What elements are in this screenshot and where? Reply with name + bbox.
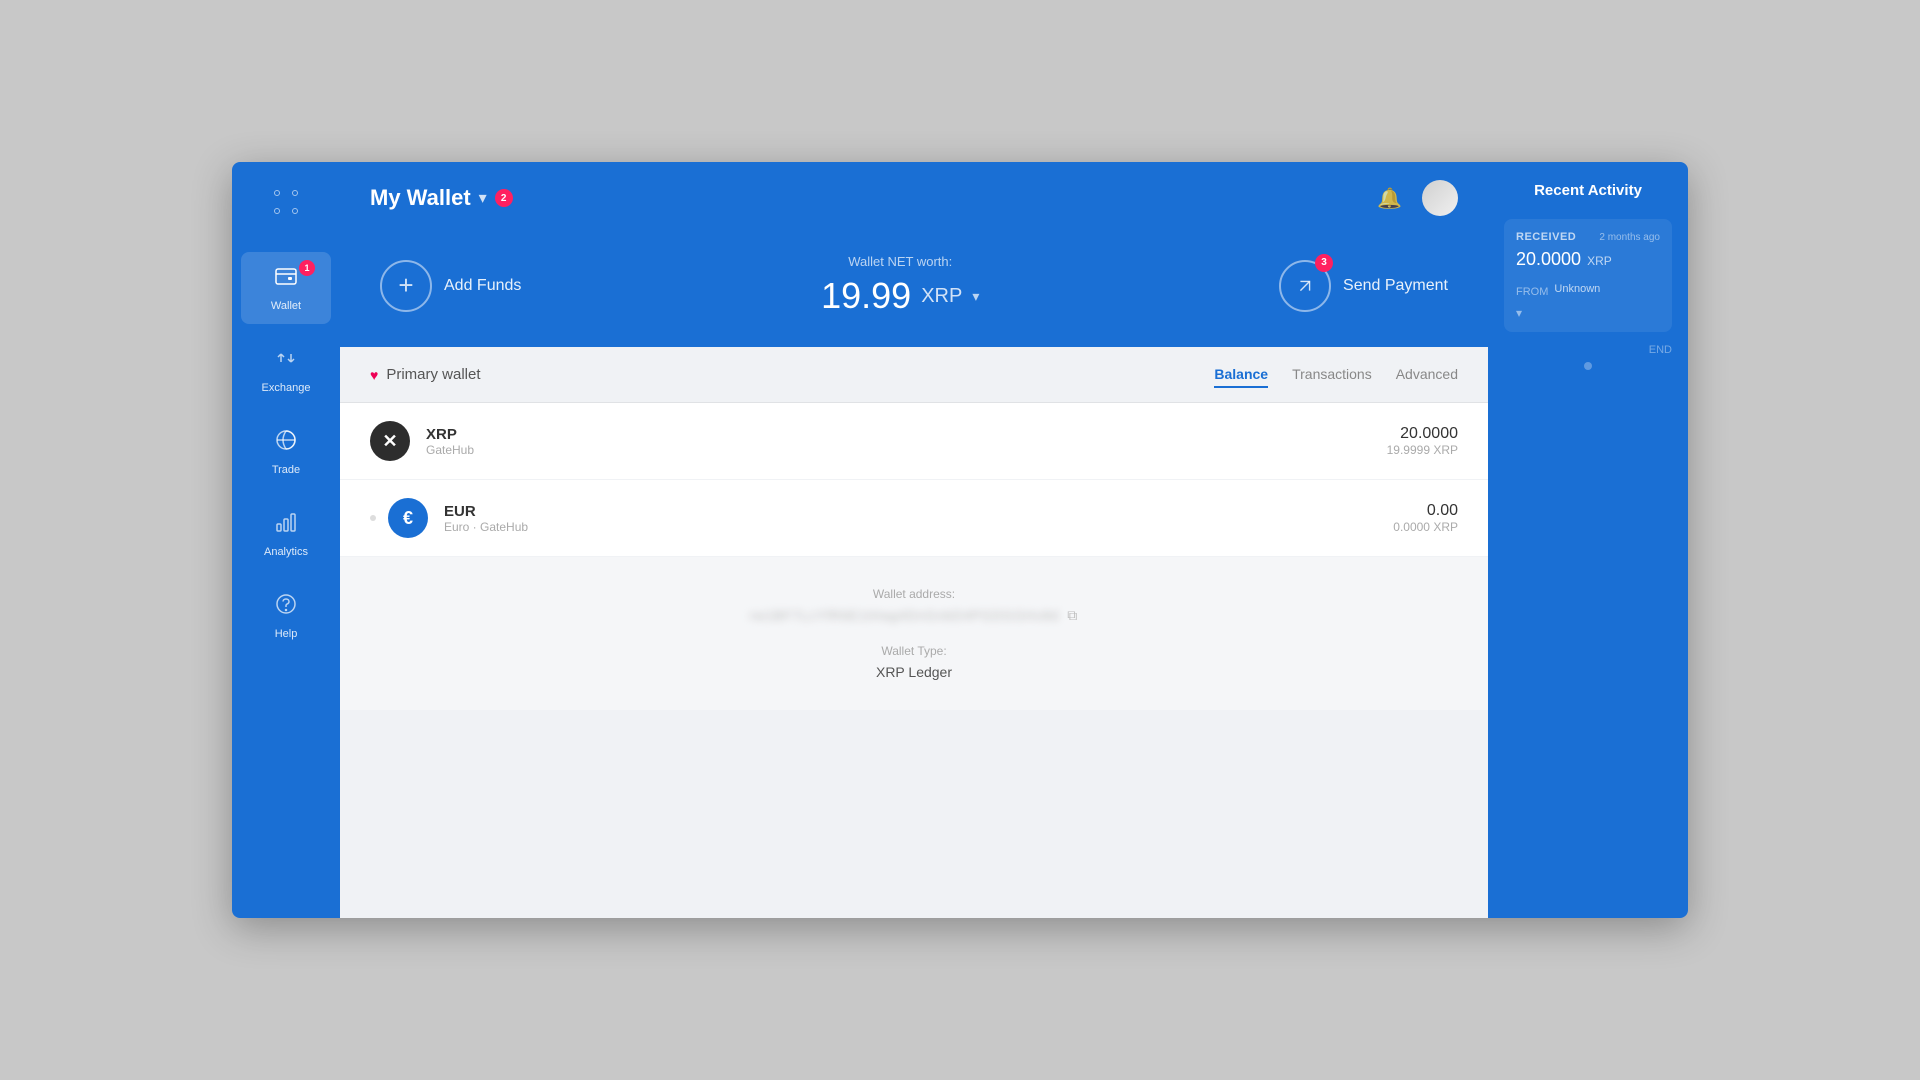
eur-sub: Euro · GateHub — [444, 520, 1393, 534]
header: My Wallet ▾ 2 🔔 — [340, 162, 1488, 234]
currency-row-eur[interactable]: € EUR Euro · GateHub 0.00 0.0000 XRP — [340, 480, 1488, 557]
wallet-info: Wallet address: rw1BF7LcYfR6E1tHag4DnGnb… — [340, 557, 1488, 710]
header-title-area: My Wallet ▾ 2 — [370, 185, 513, 211]
net-worth-currency: XRP — [921, 285, 962, 308]
wallet-tabs-bar: ♥ Primary wallet Balance Transactions Ad… — [340, 347, 1488, 403]
tab-balance[interactable]: Balance — [1214, 362, 1268, 388]
help-icon — [274, 592, 298, 622]
net-worth-label: Wallet NET worth: — [821, 254, 979, 269]
tab-transactions[interactable]: Transactions — [1292, 362, 1372, 388]
wallet-address-value: rw1BF7LcYfR6E1tHag4DnGnbD4PGDGGHx8d ⧉ — [370, 607, 1458, 624]
hero-section: + Add Funds Wallet NET worth: 19.99 XRP … — [340, 234, 1488, 347]
exchange-icon — [274, 346, 298, 376]
eur-icon: € — [388, 498, 428, 538]
net-worth-value: 19.99 XRP ▾ — [821, 275, 979, 317]
activity-type: RECEIVED — [1516, 231, 1576, 243]
expand-icon: ▾ — [1516, 306, 1522, 320]
activity-from-label: FROM — [1516, 286, 1548, 298]
header-badge: 2 — [495, 189, 513, 207]
net-worth-section: Wallet NET worth: 19.99 XRP ▾ — [821, 254, 979, 317]
heart-icon: ♥ — [370, 367, 378, 383]
xrp-amount: 20.0000 — [1387, 425, 1458, 443]
content-panel: ♥ Primary wallet Balance Transactions Ad… — [340, 347, 1488, 918]
net-worth-dropdown-icon[interactable]: ▾ — [972, 288, 979, 305]
activity-time: 2 months ago — [1599, 232, 1660, 243]
wallet-name-label: Primary wallet — [386, 366, 480, 383]
net-worth-amount: 19.99 — [821, 275, 911, 317]
add-funds-button[interactable]: + Add Funds — [380, 260, 521, 312]
right-panel: Recent Activity RECEIVED 2 months ago 20… — [1488, 162, 1688, 918]
activity-amount: 20.0000 — [1516, 249, 1581, 270]
sidebar-item-trade[interactable]: Trade — [241, 416, 331, 488]
xrp-values: 20.0000 19.9999 XRP — [1387, 425, 1458, 457]
eur-xrp-value: 0.0000 XRP — [1393, 520, 1458, 534]
tab-advanced[interactable]: Advanced — [1396, 362, 1458, 388]
sidebar-item-analytics[interactable]: Analytics — [241, 498, 331, 570]
user-avatar[interactable] — [1422, 180, 1458, 216]
app-logo — [266, 182, 306, 222]
sidebar-item-wallet[interactable]: 1 Wallet — [241, 252, 331, 324]
wallet-address-label: Wallet address: — [370, 587, 1458, 601]
xrp-xrp-value: 19.9999 XRP — [1387, 443, 1458, 457]
currency-list: ✕ XRP GateHub 20.0000 19.9999 XRP € — [340, 403, 1488, 557]
activity-from-value: Unknown — [1554, 283, 1600, 295]
activity-end-label: END — [1504, 344, 1672, 356]
activity-end-dot — [1584, 362, 1592, 370]
eur-amount: 0.00 — [1393, 502, 1458, 520]
analytics-icon — [274, 510, 298, 540]
add-funds-circle-icon: + — [380, 260, 432, 312]
eur-info: EUR Euro · GateHub — [444, 503, 1393, 534]
activity-item-0[interactable]: RECEIVED 2 months ago 20.0000 XRP FROM U… — [1504, 219, 1672, 332]
page-title: My Wallet — [370, 185, 471, 211]
notification-bell-icon[interactable]: 🔔 — [1377, 186, 1402, 211]
add-funds-label: Add Funds — [444, 277, 521, 295]
sidebar: 1 Wallet Exchange — [232, 162, 340, 918]
wallet-icon — [274, 264, 298, 294]
currency-row-xrp[interactable]: ✕ XRP GateHub 20.0000 19.9999 XRP — [340, 403, 1488, 480]
sidebar-help-label: Help — [275, 628, 298, 640]
wallet-address-text: rw1BF7LcYfR6E1tHag4DnGnbD4PGDGGHx8d — [750, 608, 1060, 623]
sidebar-analytics-label: Analytics — [264, 546, 308, 558]
eur-dot — [370, 515, 376, 521]
wallet-type-value: XRP Ledger — [370, 664, 1458, 680]
xrp-icon: ✕ — [370, 421, 410, 461]
tabs: Balance Transactions Advanced — [1214, 362, 1458, 388]
send-payment-button[interactable]: Send Payment 3 — [1279, 260, 1448, 312]
wallet-badge: 1 — [299, 260, 315, 276]
copy-icon[interactable]: ⧉ — [1067, 607, 1078, 624]
xrp-sub: GateHub — [426, 443, 1387, 457]
eur-name: EUR — [444, 503, 1393, 520]
header-right: 🔔 — [1377, 180, 1458, 216]
send-payment-badge: 3 — [1315, 254, 1333, 272]
xrp-info: XRP GateHub — [426, 426, 1387, 457]
xrp-name: XRP — [426, 426, 1387, 443]
send-payment-label: Send Payment — [1343, 277, 1448, 295]
activity-expand[interactable]: ▾ — [1516, 306, 1660, 320]
activity-item-header: RECEIVED 2 months ago — [1516, 231, 1660, 243]
sidebar-trade-label: Trade — [272, 464, 300, 476]
main-area: My Wallet ▾ 2 🔔 + Add Funds Wallet NET w… — [340, 162, 1488, 918]
wallet-type-label: Wallet Type: — [370, 644, 1458, 658]
activity-currency: XRP — [1587, 254, 1612, 268]
wallet-name: ♥ Primary wallet — [370, 366, 481, 383]
sidebar-item-exchange[interactable]: Exchange — [241, 334, 331, 406]
sidebar-item-help[interactable]: Help — [241, 580, 331, 652]
sidebar-wallet-label: Wallet — [271, 300, 301, 312]
title-dropdown-icon[interactable]: ▾ — [479, 188, 487, 208]
recent-activity-title: Recent Activity — [1504, 182, 1672, 199]
eur-values: 0.00 0.0000 XRP — [1393, 502, 1458, 534]
trade-icon — [274, 428, 298, 458]
sidebar-exchange-label: Exchange — [262, 382, 311, 394]
